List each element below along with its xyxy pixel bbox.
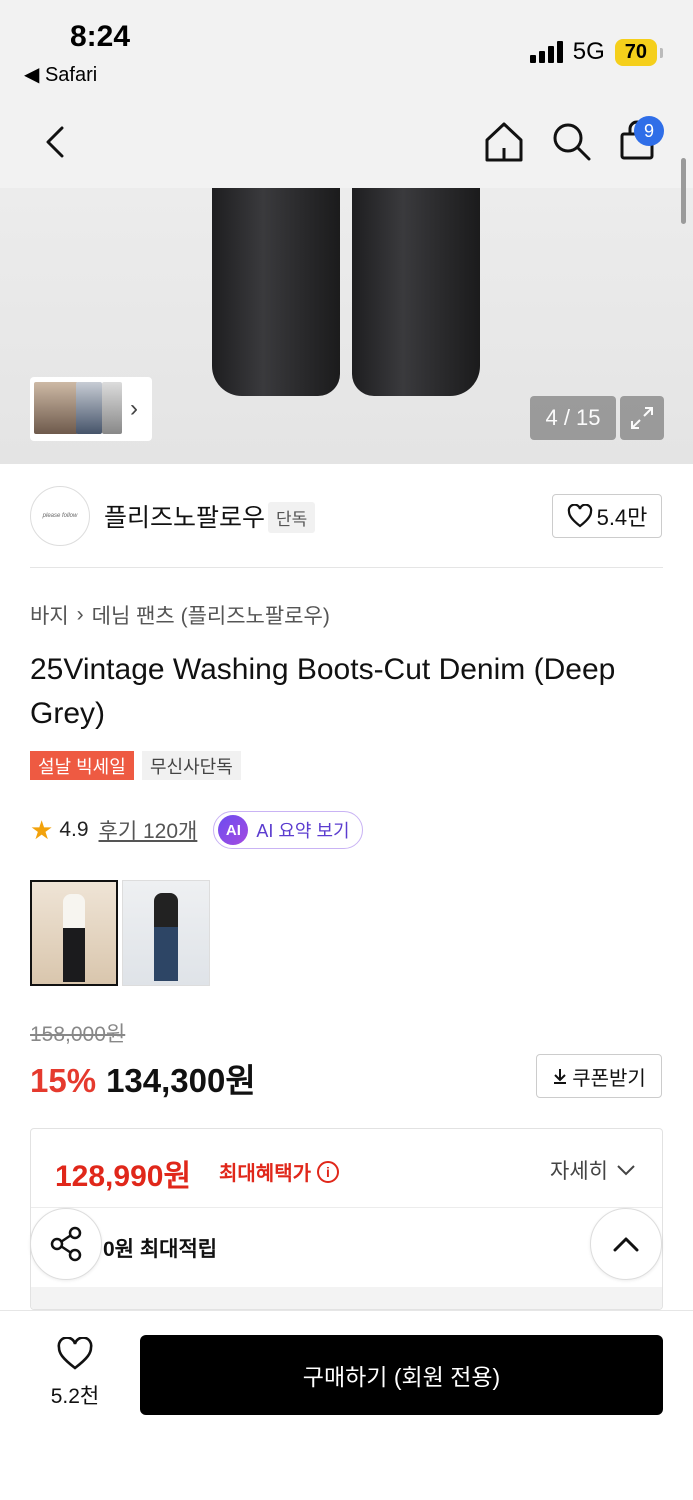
chevron-down-icon [617,1165,635,1176]
page-scrollbar[interactable] [681,158,686,224]
product-title: 25Vintage Washing Boots-Cut Denim (Deep … [30,653,616,730]
chevron-right-icon: › [76,603,84,626]
max-benefit-label[interactable]: 최대혜택가 i [219,1157,339,1186]
brand-like-button[interactable]: 5.4만 [552,494,662,538]
product-photo-left-leg [212,188,340,396]
option-photo-bottom [63,928,85,982]
expand-button[interactable] [620,396,664,440]
back-arrow-icon[interactable] [36,118,76,166]
bottom-action-bar: 5.2천 구매하기 (회원 전용) [0,1310,693,1500]
brand-like-count: 5.4만 [596,505,648,530]
image-counter: 4 / 15 [530,396,616,440]
heart-icon [567,504,592,528]
product-photo-right-leg [352,188,480,396]
gallery-thumbnail-strip[interactable]: › [30,377,152,441]
color-option[interactable] [122,880,210,986]
original-price: 158,000원 [30,1023,126,1046]
benefit-detail-toggle[interactable]: 자세히 [550,1155,636,1185]
share-icon [50,1226,82,1262]
divider [30,567,663,568]
thumbnail-image [102,382,122,434]
breadcrumb: 바지 › 데님 팬츠 (플리즈노팔로우) [30,600,330,630]
wishlist-count: 5.2천 [50,1385,100,1408]
benefit-panel-footer [31,1287,662,1309]
heart-icon [57,1336,93,1370]
option-photo-top [63,894,85,930]
option-photo-bottom [154,927,178,981]
star-icon: ★ [30,814,54,845]
sale-price: 134,300원 [106,1062,256,1099]
cart-count-badge: 9 [634,116,664,146]
option-photo-top [154,893,178,929]
network-type: 5G [572,38,605,65]
coupon-label: 쿠폰받기 [572,1067,646,1090]
home-icon[interactable] [482,118,526,166]
ai-summary-label: AI 요약 보기 [256,821,350,841]
max-benefit-text: 최대혜택가 [219,1163,311,1185]
coupon-button[interactable]: 쿠폰받기 [536,1054,662,1098]
max-points: 0원 최대적립 [103,1238,218,1261]
top-nav-bar [0,100,693,188]
rating-value: 4.9 [59,818,89,841]
detail-label: 자세히 [550,1160,608,1183]
color-option-selected[interactable] [30,880,118,986]
ai-icon: AI [218,815,249,845]
back-to-safari-link[interactable]: ◀ Safari [24,62,97,87]
brand-name[interactable]: 플리즈노팔로우 [104,498,265,534]
sale-event-badge: 설날 빅세일 [30,751,134,780]
info-icon: i [317,1160,339,1183]
expand-icon [631,407,653,429]
max-benefit-panel: 128,990원 최대혜택가 i 자세히 0원 최대적립 [30,1128,663,1310]
scroll-top-button[interactable] [590,1208,662,1280]
brand-logo[interactable]: please follow [30,486,90,546]
status-indicators: 5G 70 [529,38,664,66]
rating-row: ★ 4.9 후기 120개 AI AI 요약 보기 [30,811,363,849]
discount-rate: 15% [30,1062,97,1099]
divider [31,1207,662,1208]
signal-icon [529,41,563,63]
ai-summary-button[interactable]: AI AI 요약 보기 [213,811,363,849]
status-bar: 8:24 ◀ Safari 5G 70 [0,0,693,100]
price-row: 15% 134,300원 [30,1054,256,1102]
battery-icon: 70 [614,38,664,66]
exclusive-badge: 무신사단독 [142,751,241,780]
search-icon[interactable] [550,118,594,166]
buy-button[interactable]: 구매하기 (회원 전용) [140,1335,663,1415]
breadcrumb-item[interactable]: 바지 [30,600,69,630]
wishlist-button[interactable]: 5.2천 [40,1336,110,1410]
review-count-link[interactable]: 후기 120개 [99,815,198,845]
download-icon [554,1069,567,1084]
status-time: 8:24 [70,20,131,53]
thumbnail-image [34,382,78,434]
breadcrumb-item[interactable]: 데님 팬츠 (플리즈노팔로우) [92,600,330,630]
share-button[interactable] [30,1208,102,1280]
thumbnail-image [76,382,102,434]
max-benefit-price: 128,990원 [55,1160,192,1193]
exclusive-tag: 단독 [268,502,316,533]
chevron-up-icon [613,1237,639,1252]
chevron-right-icon: › [130,395,138,422]
